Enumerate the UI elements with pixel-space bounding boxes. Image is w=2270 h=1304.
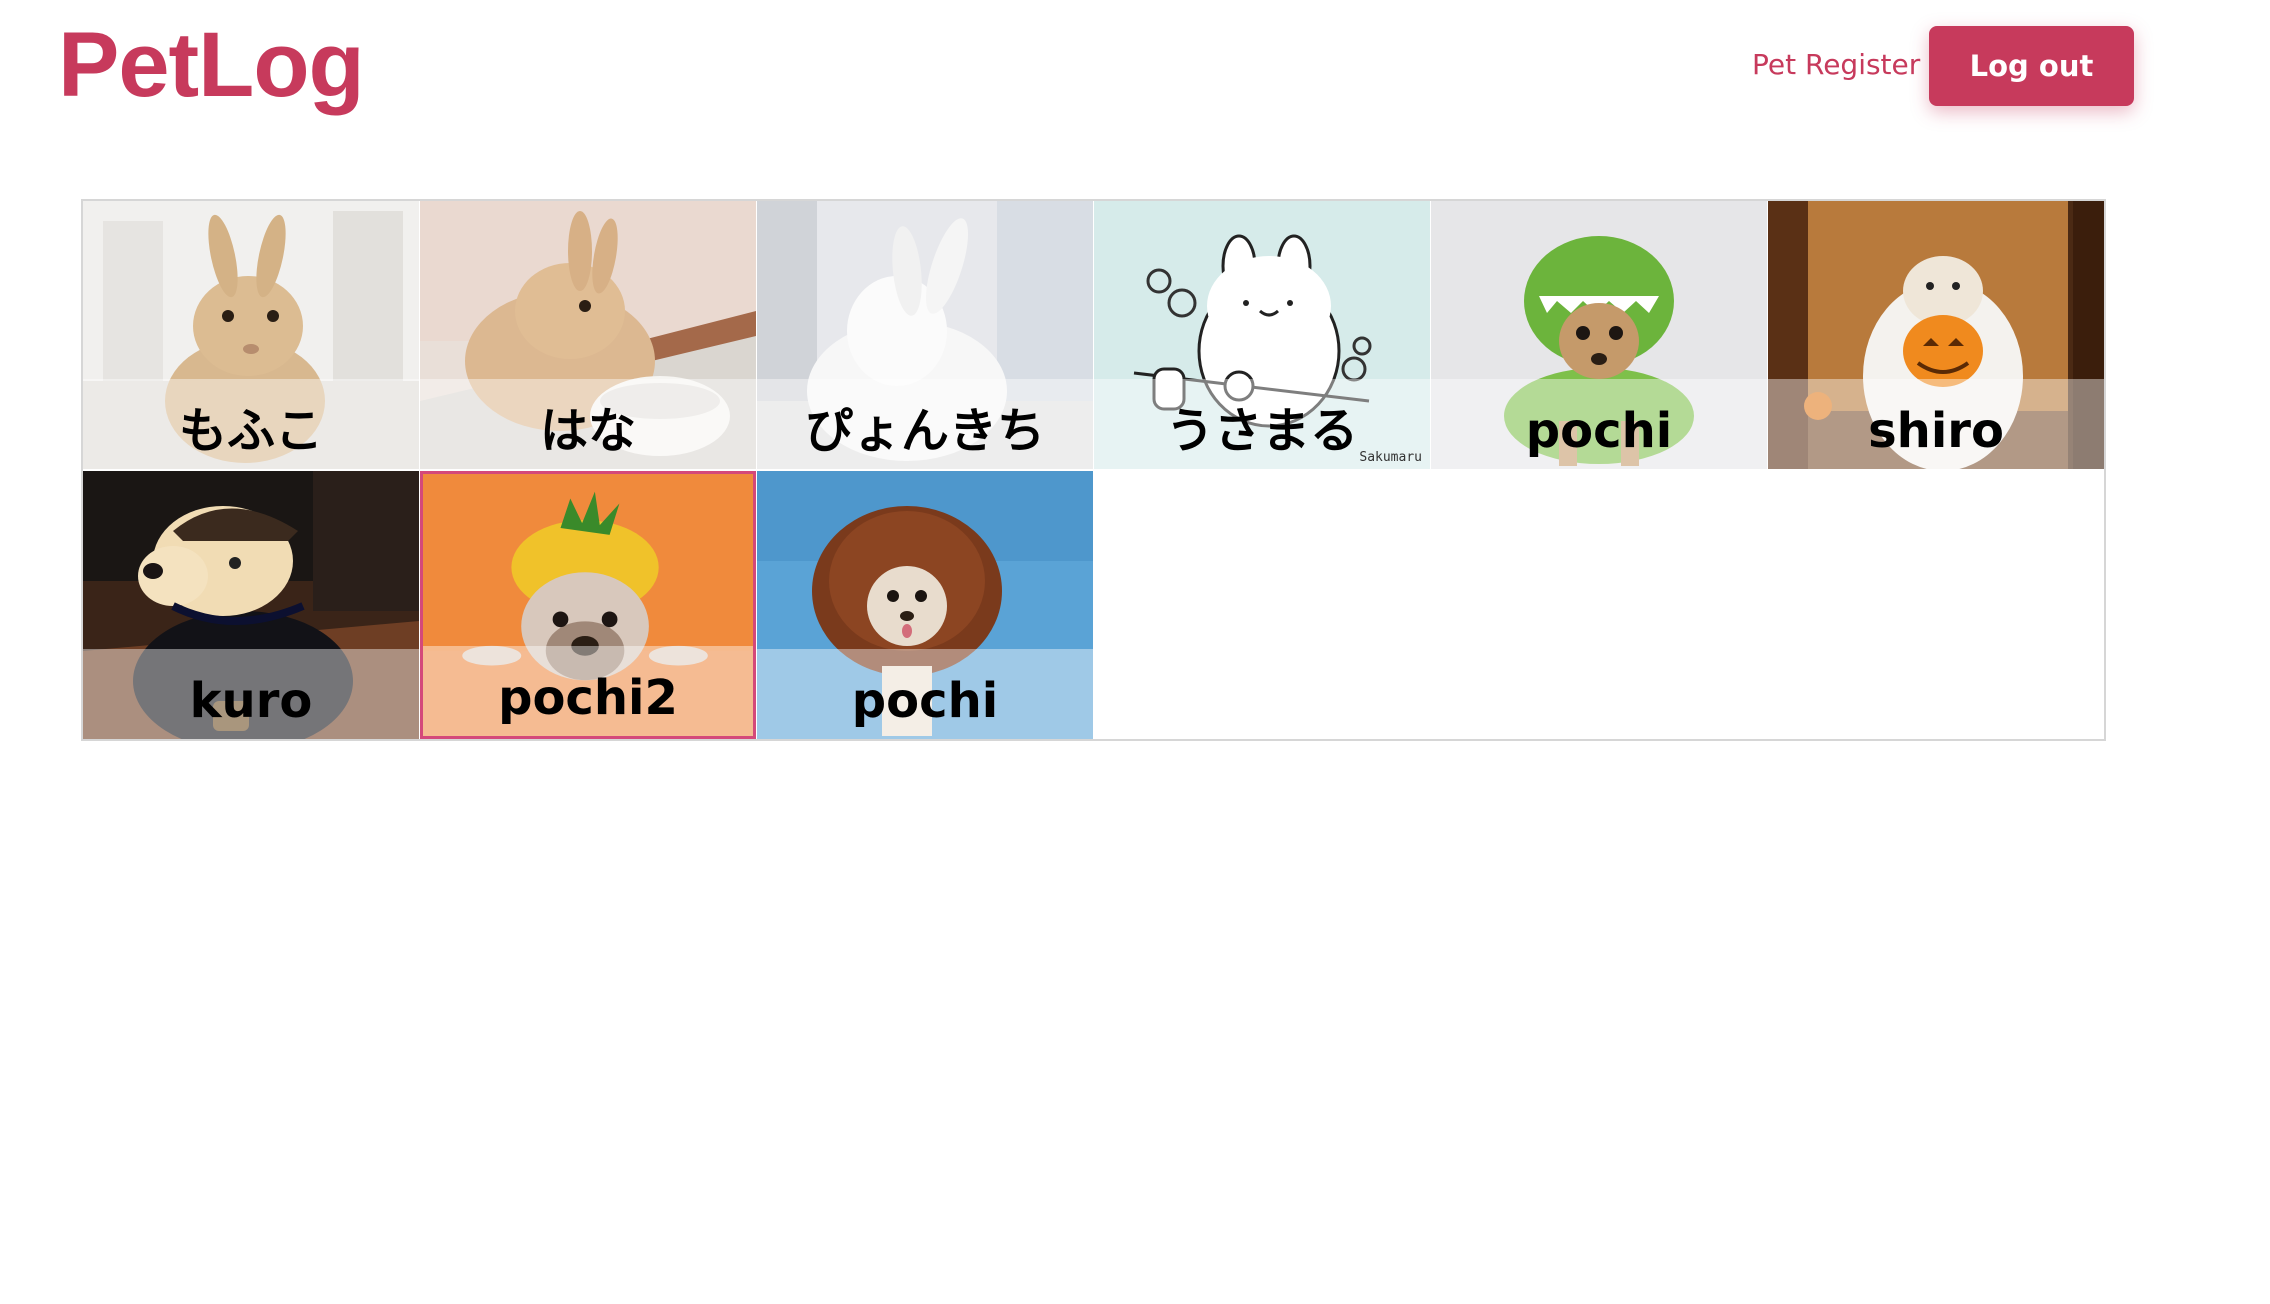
pet-name: もふこ xyxy=(178,403,323,459)
pet-name: pochi2 xyxy=(498,670,678,726)
pet-name: kuro xyxy=(189,673,313,729)
pet-card-pyonkichi[interactable]: ぴょんきち xyxy=(757,201,1093,469)
app-header: PetLog Pet Register Log out xyxy=(0,0,2270,140)
pet-name: ぴょんきち xyxy=(804,403,1045,459)
pet-register-link[interactable]: Pet Register xyxy=(1752,45,1920,85)
pet-card-hana[interactable]: はな xyxy=(420,201,756,469)
pet-name: はな xyxy=(539,403,636,459)
pet-card-pochi-lion[interactable]: pochi xyxy=(757,471,1093,739)
pet-card-usamaru[interactable]: うさまる Sakumaru xyxy=(1094,201,1430,469)
watermark: Sakumaru xyxy=(1359,450,1422,465)
pet-card-kuro[interactable]: kuro xyxy=(83,471,419,739)
pet-card-pochi[interactable]: pochi xyxy=(1431,201,1767,469)
pet-card-pochi2[interactable]: pochi2 xyxy=(420,471,756,739)
app-logo[interactable]: PetLog xyxy=(58,10,365,120)
pet-grid: もふこ はな ぴょんきち うさまる Sakumaru pochi shiro k… xyxy=(81,199,2106,741)
pet-name: shiro xyxy=(1868,403,2004,459)
page: PetLog Pet Register Log out もふこ はな ぴょんきち… xyxy=(0,0,2270,1304)
logout-button[interactable]: Log out xyxy=(1929,26,2134,106)
pet-name: pochi xyxy=(851,673,999,729)
pet-card-mofuko[interactable]: もふこ xyxy=(83,201,419,469)
pet-name: pochi xyxy=(1525,403,1673,459)
pet-card-shiro[interactable]: shiro xyxy=(1768,201,2104,469)
